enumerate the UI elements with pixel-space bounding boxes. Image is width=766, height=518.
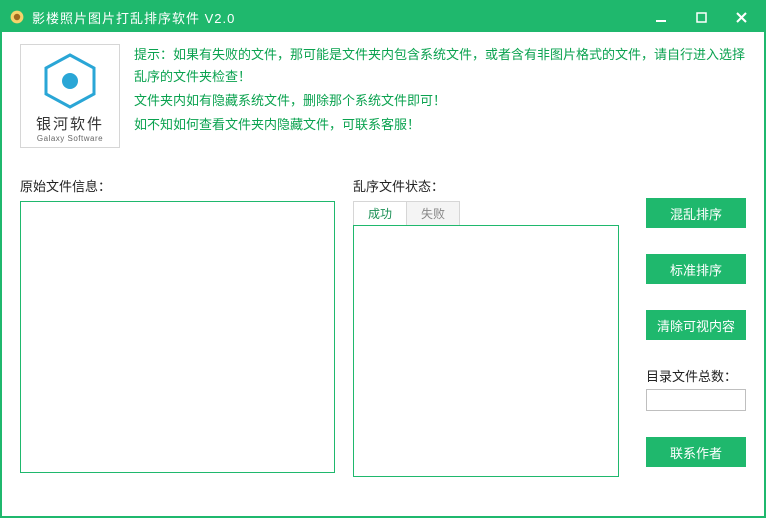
maximize-button[interactable] — [690, 6, 712, 28]
shuffle-sort-button[interactable]: 混乱排序 — [646, 198, 746, 228]
minimize-button[interactable] — [650, 6, 672, 28]
logo-box: 银河软件 Galaxy Software — [20, 44, 120, 148]
close-button[interactable] — [730, 6, 752, 28]
original-files-label: 原始文件信息： — [20, 176, 335, 195]
window-title: 影楼照片图片打乱排序软件 V2.0 — [32, 8, 650, 27]
original-files-listbox[interactable] — [20, 201, 335, 473]
logo-text-en: Galaxy Software — [37, 134, 103, 143]
app-window: 影楼照片图片打乱排序软件 V2.0 银河软件 Galaxy Software — [0, 0, 766, 518]
shuffled-column: 乱序文件状态： 成功 失败 — [353, 176, 619, 502]
tab-fail[interactable]: 失败 — [407, 202, 459, 225]
window-controls — [650, 6, 752, 28]
logo-icon — [40, 51, 100, 111]
app-icon — [8, 8, 26, 26]
tab-success[interactable]: 成功 — [354, 202, 407, 225]
actions-column: 混乱排序 标准排序 清除可视内容 目录文件总数： 联系作者 — [637, 176, 746, 502]
tips-panel: 提示：如果有失败的文件，那可能是文件夹内包含系统文件，或者含有非图片格式的文件，… — [134, 44, 746, 148]
content-area: 银河软件 Galaxy Software 提示：如果有失败的文件，那可能是文件夹… — [2, 32, 764, 516]
result-tabs: 成功 失败 — [353, 201, 460, 225]
contact-author-button[interactable]: 联系作者 — [646, 437, 746, 467]
tip-line-1: 提示：如果有失败的文件，那可能是文件夹内包含系统文件，或者含有非图片格式的文件，… — [134, 44, 746, 88]
logo-text-cn: 银河软件 — [36, 113, 104, 134]
clear-view-button[interactable]: 清除可视内容 — [646, 310, 746, 340]
shuffled-files-label: 乱序文件状态： — [353, 176, 619, 195]
file-count-input[interactable] — [646, 389, 746, 411]
main-row: 原始文件信息： 乱序文件状态： 成功 失败 混乱排序 标准排序 清除可视内容 — [20, 176, 746, 502]
count-group: 目录文件总数： — [646, 366, 746, 411]
top-row: 银河软件 Galaxy Software 提示：如果有失败的文件，那可能是文件夹… — [20, 44, 746, 148]
original-column: 原始文件信息： — [20, 176, 335, 502]
standard-sort-button[interactable]: 标准排序 — [646, 254, 746, 284]
tip-line-3: 如不知如何查看文件夹内隐藏文件，可联系客服！ — [134, 114, 746, 136]
file-count-label: 目录文件总数： — [646, 366, 737, 385]
tip-line-2: 文件夹内如有隐藏系统文件，删除那个系统文件即可！ — [134, 90, 746, 112]
titlebar: 影楼照片图片打乱排序软件 V2.0 — [2, 2, 764, 32]
shuffled-files-listbox[interactable] — [353, 225, 619, 477]
